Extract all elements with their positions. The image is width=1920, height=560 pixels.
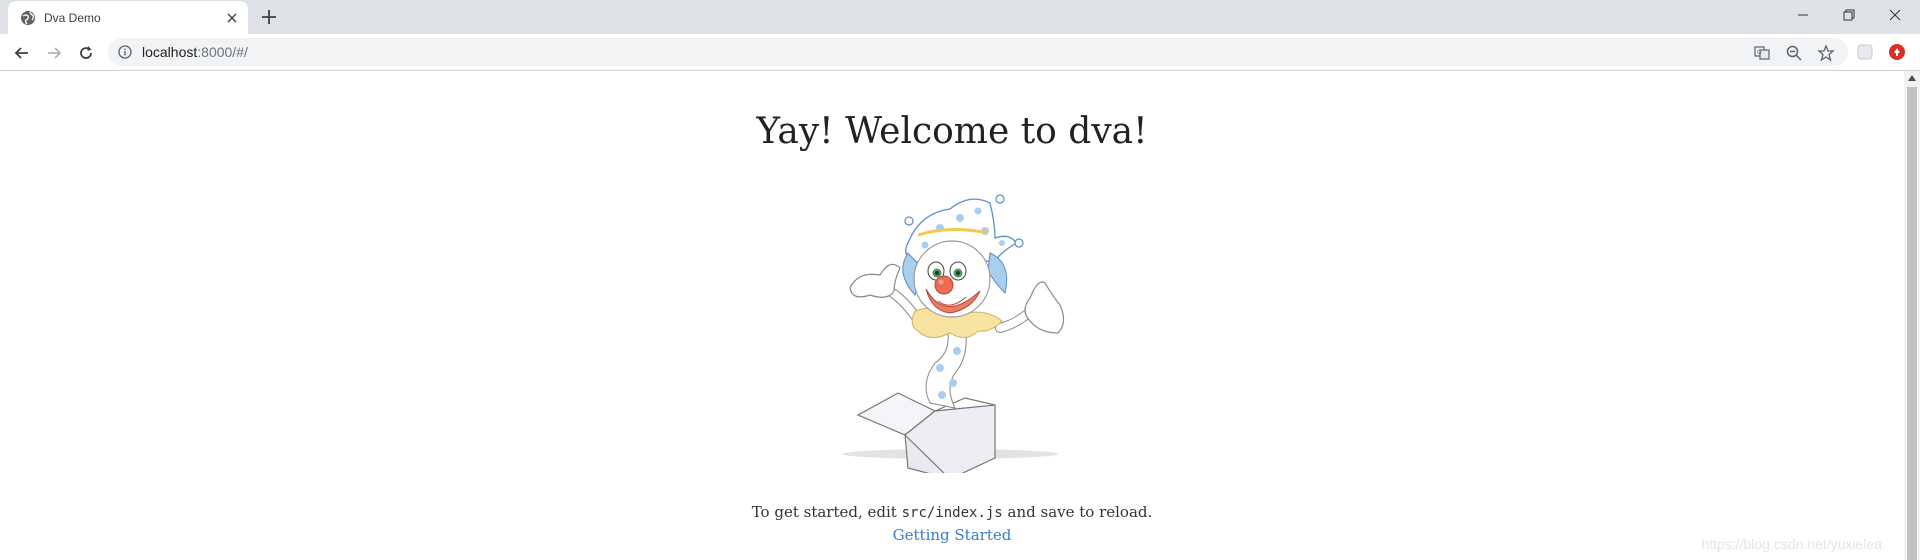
close-window-button[interactable] bbox=[1872, 0, 1918, 30]
address-bar[interactable]: localhost:8000/#/ G bbox=[108, 38, 1848, 66]
page-viewport: Yay! Welcome to dva! To get started, edi… bbox=[0, 71, 1904, 560]
tab-dva-demo[interactable]: Dva Demo bbox=[8, 1, 248, 34]
reload-icon[interactable] bbox=[76, 43, 96, 63]
intro-prefix: To get started, edit bbox=[751, 503, 902, 521]
minimize-button[interactable] bbox=[1780, 0, 1826, 30]
star-icon[interactable] bbox=[1817, 44, 1835, 62]
url-text[interactable]: localhost:8000/#/ bbox=[142, 44, 248, 60]
extension-icon[interactable] bbox=[1856, 43, 1874, 61]
back-arrow-icon[interactable] bbox=[12, 43, 32, 63]
instructions-text: To get started, edit src/index.js and sa… bbox=[0, 503, 1904, 521]
scroll-up-arrow-icon[interactable] bbox=[1908, 75, 1916, 81]
getting-started-container: Getting Started bbox=[0, 526, 1904, 544]
getting-started-link[interactable]: Getting Started bbox=[893, 526, 1012, 544]
restore-button[interactable] bbox=[1826, 0, 1872, 30]
url-host: localhost bbox=[142, 44, 198, 60]
minimize-icon bbox=[1798, 14, 1808, 16]
watermark: https://blog.csdn.net/yuxielea bbox=[1701, 536, 1882, 552]
plus-icon[interactable] bbox=[260, 8, 278, 26]
restore-icon bbox=[1843, 9, 1855, 21]
zoom-icon[interactable] bbox=[1785, 44, 1803, 62]
globe-icon bbox=[21, 11, 35, 25]
close-window-icon bbox=[1889, 9, 1901, 21]
vertical-scrollbar[interactable] bbox=[1904, 71, 1920, 560]
url-path: :8000/#/ bbox=[197, 44, 248, 60]
translate-icon[interactable]: G bbox=[1753, 44, 1771, 62]
svg-text:G: G bbox=[1757, 49, 1762, 56]
tab-title: Dva Demo bbox=[44, 11, 101, 25]
close-icon[interactable] bbox=[224, 10, 240, 26]
clown-in-box-illustration bbox=[842, 194, 1065, 473]
info-icon[interactable] bbox=[118, 45, 132, 59]
forward-arrow-icon[interactable] bbox=[44, 43, 64, 63]
browser-toolbar: localhost:8000/#/ G bbox=[0, 34, 1920, 71]
intro-suffix: and save to reload. bbox=[1002, 503, 1153, 521]
tab-strip: Dva Demo bbox=[0, 0, 1920, 34]
page-title: Yay! Welcome to dva! bbox=[756, 111, 1148, 152]
scrollbar-thumb[interactable] bbox=[1907, 87, 1917, 560]
code-filename: src/index.js bbox=[901, 505, 1003, 521]
adblock-icon[interactable] bbox=[1888, 43, 1906, 61]
